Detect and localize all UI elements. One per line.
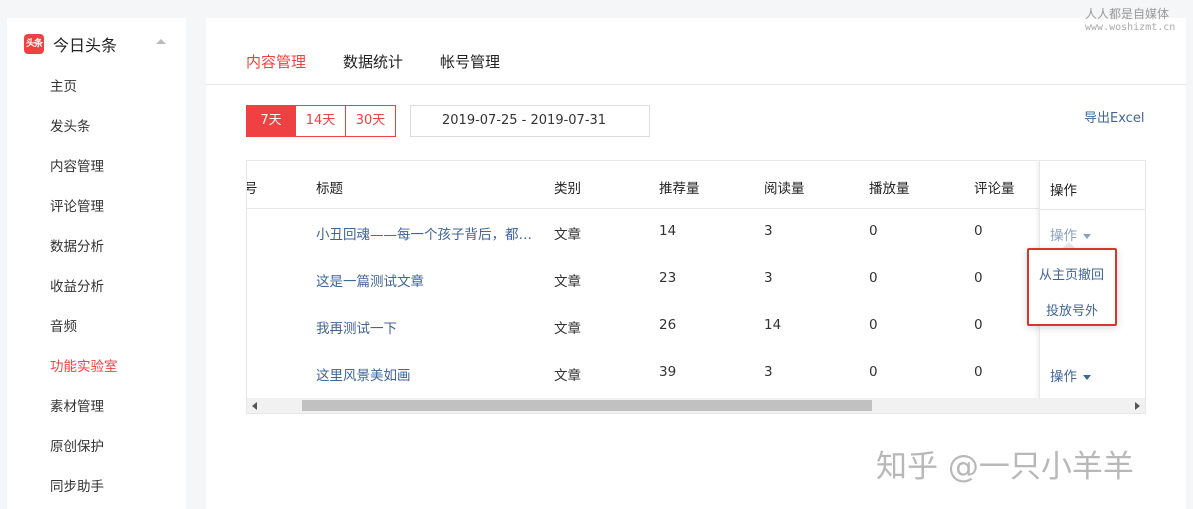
- row-comment: 0: [974, 317, 983, 333]
- row-read: 3: [764, 270, 773, 286]
- sidebar-item-lab[interactable]: 功能实验室: [50, 347, 118, 387]
- column-header-comment: 评论量: [974, 181, 1015, 197]
- range-30d-button[interactable]: 30天: [346, 105, 396, 137]
- tab-statistics[interactable]: 数据统计: [343, 51, 403, 72]
- table-header: 号 标题 类别 推荐量 阅读量 播放量 评论量: [247, 161, 1145, 209]
- column-header-type: 类别: [554, 181, 581, 197]
- row-action-label: 操作: [1050, 369, 1077, 385]
- row-recommend: 23: [659, 270, 677, 286]
- table-row: 这是一篇测试文章 文章 23 3 0 0: [247, 256, 1039, 303]
- table-row: 这里风景美如画 文章 39 3 0 0: [247, 350, 1039, 397]
- scroll-right-arrow-icon[interactable]: [1135, 402, 1140, 410]
- row-action-button[interactable]: 操作: [1050, 365, 1091, 385]
- range-14d-button[interactable]: 14天: [296, 105, 346, 137]
- row-play: 0: [869, 223, 878, 239]
- menu-item-extra-delivery[interactable]: 投放号外: [1046, 300, 1098, 319]
- range-selector: 7天 14天 30天: [246, 105, 396, 137]
- row-play: 0: [869, 270, 878, 286]
- horizontal-scrollbar[interactable]: [247, 398, 1145, 413]
- tab-content-management[interactable]: 内容管理: [246, 51, 306, 72]
- scroll-thumb[interactable]: [302, 400, 872, 411]
- row-action-button[interactable]: 操作: [1050, 224, 1091, 244]
- row-title-link[interactable]: 我再测试一下: [316, 317, 397, 337]
- watermark-top-url: www.woshizmt.cn: [1085, 22, 1176, 33]
- column-header-title: 标题: [316, 181, 343, 197]
- row-type: 文章: [554, 227, 581, 243]
- column-header-partial: 号: [247, 177, 258, 197]
- content-table: 号 标题 类别 推荐量 阅读量 播放量 评论量 小丑回魂——每一个孩子背后，都有…: [246, 160, 1146, 414]
- scroll-left-arrow-icon[interactable]: [252, 402, 257, 410]
- sidebar-item-revenue[interactable]: 收益分析: [50, 267, 118, 307]
- sidebar-item-publish[interactable]: 发头条: [50, 107, 118, 147]
- sidebar-item-audio[interactable]: 音频: [50, 307, 118, 347]
- brand[interactable]: 头条 今日头条: [24, 32, 117, 56]
- row-play: 0: [869, 364, 878, 380]
- row-recommend: 39: [659, 364, 677, 380]
- sidebar-item-comments[interactable]: 评论管理: [50, 187, 118, 227]
- table-row: 我再测试一下 文章 26 14 0 0: [247, 303, 1039, 350]
- tab-bar: 内容管理 数据统计 帐号管理: [246, 51, 537, 72]
- sidebar-item-content[interactable]: 内容管理: [50, 147, 118, 187]
- column-header-play: 播放量: [869, 181, 910, 197]
- row-read: 14: [764, 317, 782, 333]
- sidebar: 头条 今日头条 主页 发头条 内容管理 评论管理 数据分析 收益分析 音频 功能…: [0, 0, 186, 509]
- row-recommend: 14: [659, 223, 677, 239]
- toutiao-logo-icon: 头条: [24, 34, 44, 54]
- sidebar-item-analytics[interactable]: 数据分析: [50, 227, 118, 267]
- row-title-link[interactable]: 这是一篇测试文章: [316, 270, 424, 290]
- column-header-action: 操作: [1050, 183, 1077, 199]
- row-type: 文章: [554, 368, 581, 384]
- watermark-bottom: 知乎 @一只小羊羊: [876, 449, 1134, 485]
- caret-down-icon: [1083, 233, 1091, 239]
- column-header-recommend: 推荐量: [659, 181, 700, 197]
- brand-name: 今日头条: [53, 36, 118, 55]
- caret-down-icon: [1083, 374, 1091, 380]
- divider: [1040, 209, 1145, 210]
- row-read: 3: [764, 223, 773, 239]
- chevron-up-icon[interactable]: [156, 39, 166, 44]
- row-play: 0: [869, 317, 878, 333]
- sidebar-nav: 主页 发头条 内容管理 评论管理 数据分析 收益分析 音频 功能实验室 素材管理…: [50, 67, 118, 507]
- tab-account[interactable]: 帐号管理: [440, 51, 500, 72]
- row-read: 3: [764, 364, 773, 380]
- watermark-top: 人人都是自媒体 www.woshizmt.cn: [1085, 7, 1175, 35]
- row-type: 文章: [554, 321, 581, 337]
- menu-item-withdraw-from-home[interactable]: 从主页撤回: [1039, 264, 1104, 283]
- table-row: 小丑回魂——每一个孩子背后，都有一个... 文章 14 3 0 0: [247, 209, 1039, 256]
- row-comment: 0: [974, 364, 983, 380]
- row-type: 文章: [554, 274, 581, 290]
- range-7d-button[interactable]: 7天: [246, 105, 296, 137]
- sidebar-item-original[interactable]: 原创保护: [50, 427, 118, 467]
- action-dropdown-menu: 从主页撤回 投放号外: [1027, 248, 1117, 326]
- row-comment: 0: [974, 270, 983, 286]
- export-excel-link[interactable]: 导出Excel: [1084, 107, 1144, 126]
- sidebar-item-sync[interactable]: 同步助手: [50, 467, 118, 507]
- row-comment: 0: [974, 223, 983, 239]
- sidebar-item-materials[interactable]: 素材管理: [50, 387, 118, 427]
- divider: [206, 84, 1186, 85]
- watermark-top-text: 人人都是自媒体: [1085, 7, 1170, 21]
- sidebar-item-home[interactable]: 主页: [50, 67, 118, 107]
- row-title-link[interactable]: 这里风景美如画: [316, 364, 411, 384]
- date-range-picker[interactable]: 2019-07-25 - 2019-07-31: [410, 105, 650, 137]
- row-recommend: 26: [659, 317, 677, 333]
- column-header-read: 阅读量: [764, 181, 805, 197]
- row-title-link[interactable]: 小丑回魂——每一个孩子背后，都有一个...: [316, 223, 542, 243]
